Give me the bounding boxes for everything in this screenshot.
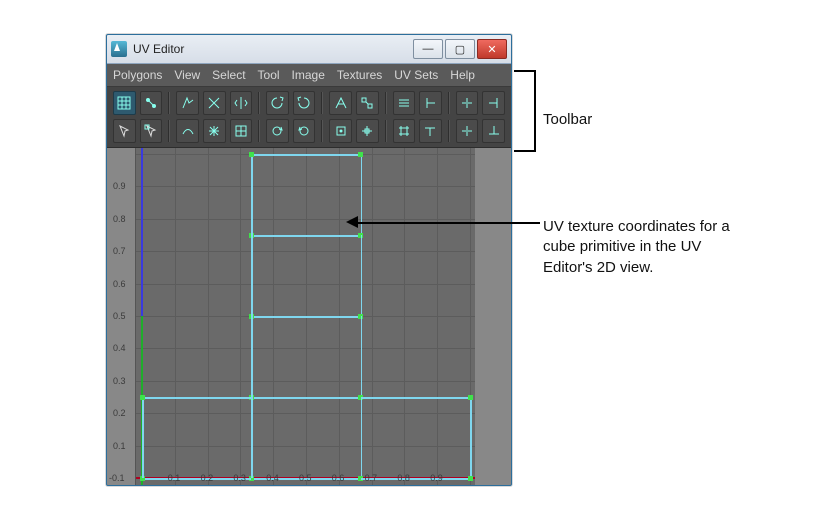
- flip-v-icon[interactable]: [266, 91, 289, 115]
- align-v-top-icon[interactable]: [419, 119, 442, 143]
- align-extra-icon[interactable]: [482, 91, 505, 115]
- menu-select[interactable]: Select: [212, 68, 245, 82]
- toolbar-row-1: [113, 91, 505, 115]
- uv-viewport[interactable]: 0.10.20.30.40.50.60.70.80.9-0.1 0.10.20.…: [107, 148, 511, 485]
- select-edge-icon[interactable]: [140, 119, 163, 143]
- annotation-uv-coords: UV texture coordinates for a cube primit…: [543, 217, 743, 278]
- uv-smudge-icon[interactable]: [140, 91, 163, 115]
- toolbar: [107, 87, 511, 148]
- maximize-button[interactable]: ▢: [445, 39, 475, 59]
- move-sew-icon[interactable]: [176, 91, 199, 115]
- menu-tool[interactable]: Tool: [258, 68, 280, 82]
- align-u-right-icon[interactable]: [456, 91, 479, 115]
- titlebar[interactable]: UV Editor — ▢ ✕: [107, 35, 511, 64]
- flip-u-icon[interactable]: [230, 91, 253, 115]
- menu-uvsets[interactable]: UV Sets: [394, 68, 438, 82]
- annotation-toolbar: Toolbar: [543, 110, 592, 130]
- snap-icon[interactable]: [203, 119, 226, 143]
- align-v-bottom-icon[interactable]: [456, 119, 479, 143]
- grid-icon[interactable]: [230, 119, 253, 143]
- annotation-arrow-head: [346, 216, 358, 228]
- relax-icon[interactable]: [176, 119, 199, 143]
- menubar: Polygons View Select Tool Image Textures…: [107, 64, 511, 87]
- axis-h-gutter: 0.10.20.30.40.50.60.70.80.9: [135, 469, 511, 485]
- app-icon: [111, 41, 127, 57]
- align-u-left-icon[interactable]: [419, 91, 442, 115]
- align-extra2-icon[interactable]: [482, 119, 505, 143]
- axis-v-gutter: 0.10.20.30.40.50.60.70.80.9-0.1: [107, 148, 136, 485]
- uv-lattice-icon[interactable]: [113, 91, 136, 115]
- layout-icon[interactable]: [393, 91, 416, 115]
- grid-snap-icon[interactable]: [393, 119, 416, 143]
- uv-canvas[interactable]: [136, 148, 475, 485]
- menu-view[interactable]: View: [174, 68, 200, 82]
- toolbar-row-2: [113, 119, 505, 143]
- close-button[interactable]: ✕: [477, 39, 507, 59]
- menu-help[interactable]: Help: [450, 68, 475, 82]
- select-shell-icon[interactable]: [113, 119, 136, 143]
- toolbar-bracket: [514, 70, 536, 152]
- menu-polygons[interactable]: Polygons: [113, 68, 162, 82]
- minimize-button[interactable]: —: [413, 39, 443, 59]
- cut-uv-icon[interactable]: [203, 91, 226, 115]
- menu-image[interactable]: Image: [292, 68, 325, 82]
- uv-editor-window: UV Editor — ▢ ✕ Polygons View Select Too…: [106, 34, 512, 486]
- window-title: UV Editor: [133, 42, 184, 56]
- rotate-ccw-icon[interactable]: [293, 91, 316, 115]
- unfold-icon[interactable]: [356, 91, 379, 115]
- cycle-back-icon[interactable]: [293, 119, 316, 143]
- right-gutter: [475, 148, 511, 485]
- center-icon[interactable]: [356, 119, 379, 143]
- rotate-cw-icon[interactable]: [329, 91, 352, 115]
- annotation-arrow: [358, 222, 540, 224]
- normalize-icon[interactable]: [329, 119, 352, 143]
- cycle-icon[interactable]: [266, 119, 289, 143]
- menu-textures[interactable]: Textures: [337, 68, 382, 82]
